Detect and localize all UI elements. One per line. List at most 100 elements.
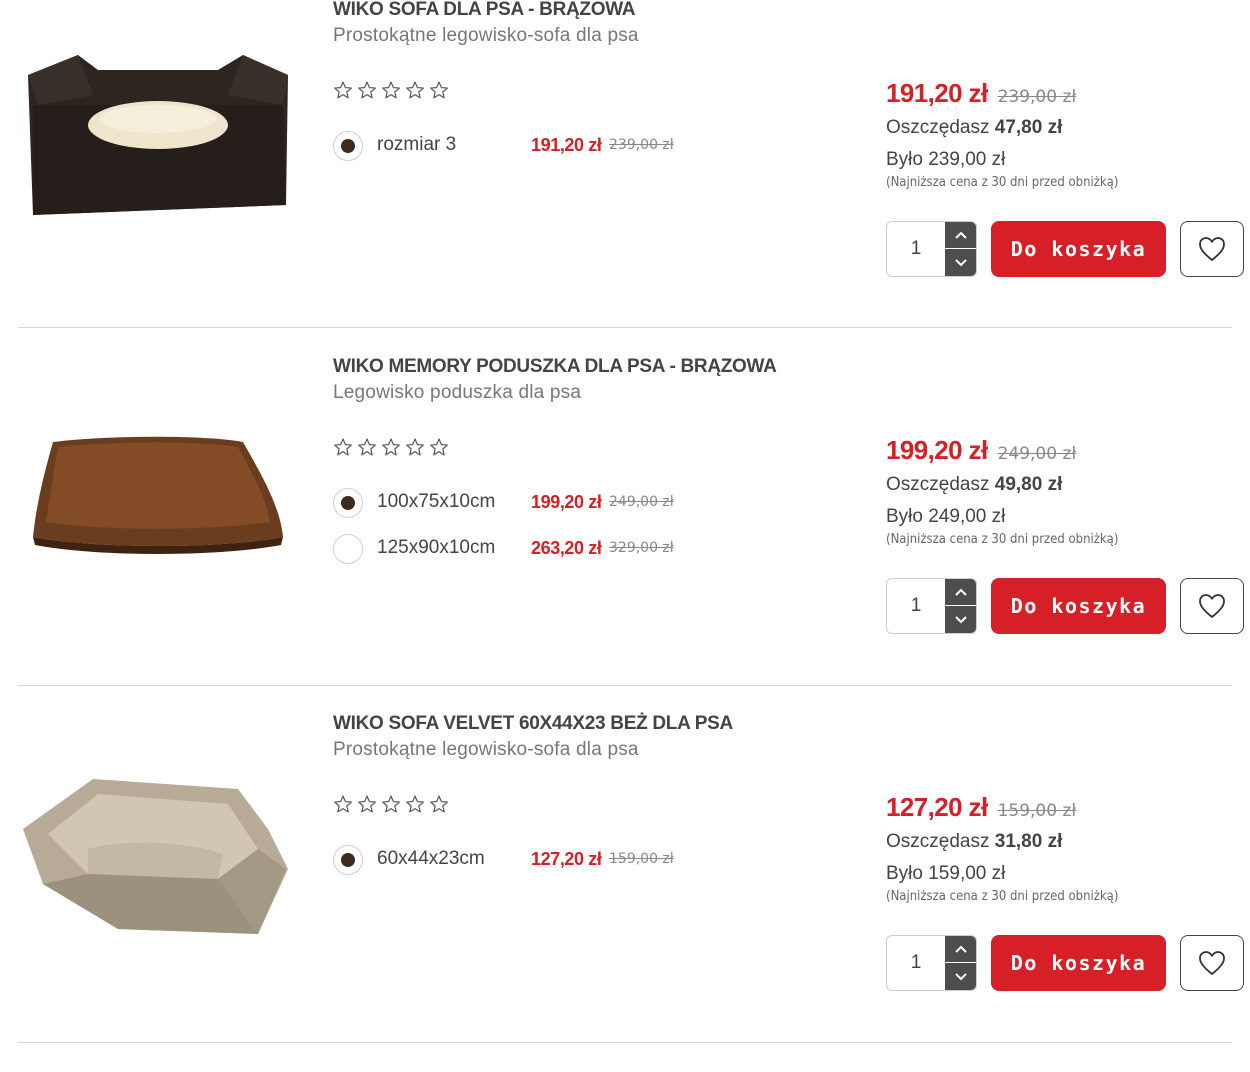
current-price: 127,20 zł bbox=[886, 792, 988, 822]
product-card: WIKO MEMORY PODUSZKA DLA PSA - BRĄZOWA L… bbox=[0, 356, 1250, 714]
saving-value: 31,80 zł bbox=[994, 831, 1063, 852]
lowest-price-note: (Najniższa cena z 30 dni przed obniżką) bbox=[886, 175, 1119, 190]
product-card: WIKO SOFA VELVET 60X44X23 BEŻ DLA PSA Pr… bbox=[0, 713, 1250, 1071]
price-block: 127,20 zł 159,00 zł Oszczędasz 31,80 zł B… bbox=[886, 792, 1226, 904]
star-outline-icon[interactable] bbox=[357, 794, 377, 814]
quantity-input[interactable] bbox=[887, 222, 945, 276]
add-to-wishlist-button[interactable] bbox=[1180, 578, 1244, 634]
quantity-increase-button[interactable] bbox=[945, 579, 976, 606]
old-price: 249,00 zł bbox=[997, 444, 1077, 464]
quantity-stepper[interactable] bbox=[886, 221, 977, 277]
saving-text: Oszczędasz 31,80 zł bbox=[886, 831, 1226, 853]
variant-radio[interactable] bbox=[333, 131, 363, 161]
product-subtitle: Legowisko poduszka dla psa bbox=[333, 382, 582, 403]
quantity-decrease-button[interactable] bbox=[945, 249, 976, 276]
saving-label: Oszczędasz bbox=[886, 831, 990, 852]
saving-label: Oszczędasz bbox=[886, 474, 990, 495]
previous-price: Było 249,00 zł bbox=[886, 506, 1006, 527]
price-block: 199,20 zł 249,00 zł Oszczędasz 49,80 zł B… bbox=[886, 435, 1226, 547]
saving-value: 49,80 zł bbox=[994, 474, 1063, 495]
variant-option[interactable]: 60x44x23cm 127,20 zł 159,00 zł bbox=[333, 845, 693, 875]
chevron-up-icon bbox=[955, 588, 967, 596]
product-image[interactable] bbox=[18, 35, 294, 225]
quantity-input[interactable] bbox=[887, 936, 945, 990]
product-image[interactable] bbox=[18, 397, 294, 587]
lowest-price-note: (Najniższa cena z 30 dni przed obniżką) bbox=[886, 889, 1119, 904]
variant-radio[interactable] bbox=[333, 845, 363, 875]
variant-price: 263,20 zł bbox=[531, 538, 602, 558]
star-outline-icon[interactable] bbox=[381, 80, 401, 100]
variant-price: 191,20 zł bbox=[531, 135, 602, 155]
star-outline-icon[interactable] bbox=[333, 437, 353, 457]
rating-stars[interactable] bbox=[333, 437, 449, 457]
quantity-stepper[interactable] bbox=[886, 935, 977, 991]
star-outline-icon[interactable] bbox=[405, 794, 425, 814]
chevron-down-icon bbox=[955, 972, 967, 980]
star-outline-icon[interactable] bbox=[381, 794, 401, 814]
add-to-cart-button[interactable]: Do koszyka bbox=[991, 221, 1166, 277]
star-outline-icon[interactable] bbox=[333, 80, 353, 100]
chevron-down-icon bbox=[955, 615, 967, 623]
variant-old-price: 159,00 zł bbox=[609, 851, 674, 867]
saving-text: Oszczędasz 47,80 zł bbox=[886, 117, 1226, 139]
star-outline-icon[interactable] bbox=[405, 437, 425, 457]
saving-value: 47,80 zł bbox=[994, 117, 1063, 138]
star-outline-icon[interactable] bbox=[405, 80, 425, 100]
quantity-increase-button[interactable] bbox=[945, 222, 976, 249]
variant-old-price: 249,00 zł bbox=[609, 494, 674, 510]
add-to-wishlist-button[interactable] bbox=[1180, 221, 1244, 277]
previous-price: Było 239,00 zł bbox=[886, 149, 1006, 170]
rating-stars[interactable] bbox=[333, 794, 449, 814]
variant-old-price: 329,00 zł bbox=[609, 540, 674, 556]
previous-price: Było 159,00 zł bbox=[886, 863, 1006, 884]
variant-label: 100x75x10cm bbox=[377, 491, 496, 512]
quantity-stepper[interactable] bbox=[886, 578, 977, 634]
product-divider bbox=[18, 685, 1232, 686]
chevron-up-icon bbox=[955, 231, 967, 239]
rating-stars[interactable] bbox=[333, 80, 449, 100]
product-name[interactable]: WIKO MEMORY PODUSZKA DLA PSA - BRĄZOWA bbox=[333, 356, 777, 378]
star-outline-icon[interactable] bbox=[357, 437, 377, 457]
beige-sofa-bed-image bbox=[23, 779, 288, 934]
variant-option[interactable]: rozmiar 3 191,20 zł 239,00 zł bbox=[333, 131, 693, 161]
product-divider bbox=[18, 1042, 1232, 1043]
old-price: 239,00 zł bbox=[997, 87, 1077, 107]
variant-price: 199,20 zł bbox=[531, 492, 602, 512]
star-outline-icon[interactable] bbox=[429, 80, 449, 100]
lowest-price-note: (Najniższa cena z 30 dni przed obniżką) bbox=[886, 532, 1119, 547]
variant-option[interactable]: 100x75x10cm 199,20 zł 249,00 zł bbox=[333, 488, 693, 518]
old-price: 159,00 zł bbox=[997, 801, 1077, 821]
chevron-down-icon bbox=[955, 258, 967, 266]
product-image[interactable] bbox=[18, 759, 294, 949]
star-outline-icon[interactable] bbox=[333, 794, 353, 814]
current-price: 191,20 zł bbox=[886, 78, 988, 108]
current-price: 199,20 zł bbox=[886, 435, 988, 465]
variant-option[interactable]: 125x90x10cm 263,20 zł 329,00 zł bbox=[333, 534, 693, 564]
star-outline-icon[interactable] bbox=[429, 794, 449, 814]
quantity-input[interactable] bbox=[887, 579, 945, 633]
product-subtitle: Prostokątne legowisko-sofa dla psa bbox=[333, 739, 639, 760]
variant-old-price: 239,00 zł bbox=[609, 137, 674, 153]
quantity-decrease-button[interactable] bbox=[945, 963, 976, 990]
star-outline-icon[interactable] bbox=[429, 437, 449, 457]
product-name[interactable]: WIKO SOFA DLA PSA - BRĄZOWA bbox=[333, 0, 636, 21]
variant-price: 127,20 zł bbox=[531, 849, 602, 869]
heart-icon bbox=[1199, 951, 1225, 975]
variant-radio[interactable] bbox=[333, 488, 363, 518]
star-outline-icon[interactable] bbox=[357, 80, 377, 100]
quantity-decrease-button[interactable] bbox=[945, 606, 976, 633]
product-card: WIKO SOFA DLA PSA - BRĄZOWA Prostokątne … bbox=[0, 0, 1250, 357]
add-to-wishlist-button[interactable] bbox=[1180, 935, 1244, 991]
variant-label: 60x44x23cm bbox=[377, 848, 485, 869]
star-outline-icon[interactable] bbox=[381, 437, 401, 457]
product-name[interactable]: WIKO SOFA VELVET 60X44X23 BEŻ DLA PSA bbox=[333, 713, 733, 735]
brown-cushion-image bbox=[33, 436, 283, 554]
product-subtitle: Prostokątne legowisko-sofa dla psa bbox=[333, 25, 639, 46]
price-block: 191,20 zł 239,00 zł Oszczędasz 47,80 zł B… bbox=[886, 78, 1226, 190]
add-to-cart-button[interactable]: Do koszyka bbox=[991, 935, 1166, 991]
chevron-up-icon bbox=[955, 945, 967, 953]
heart-icon bbox=[1199, 237, 1225, 261]
add-to-cart-button[interactable]: Do koszyka bbox=[991, 578, 1166, 634]
variant-radio[interactable] bbox=[333, 534, 363, 564]
quantity-increase-button[interactable] bbox=[945, 936, 976, 963]
